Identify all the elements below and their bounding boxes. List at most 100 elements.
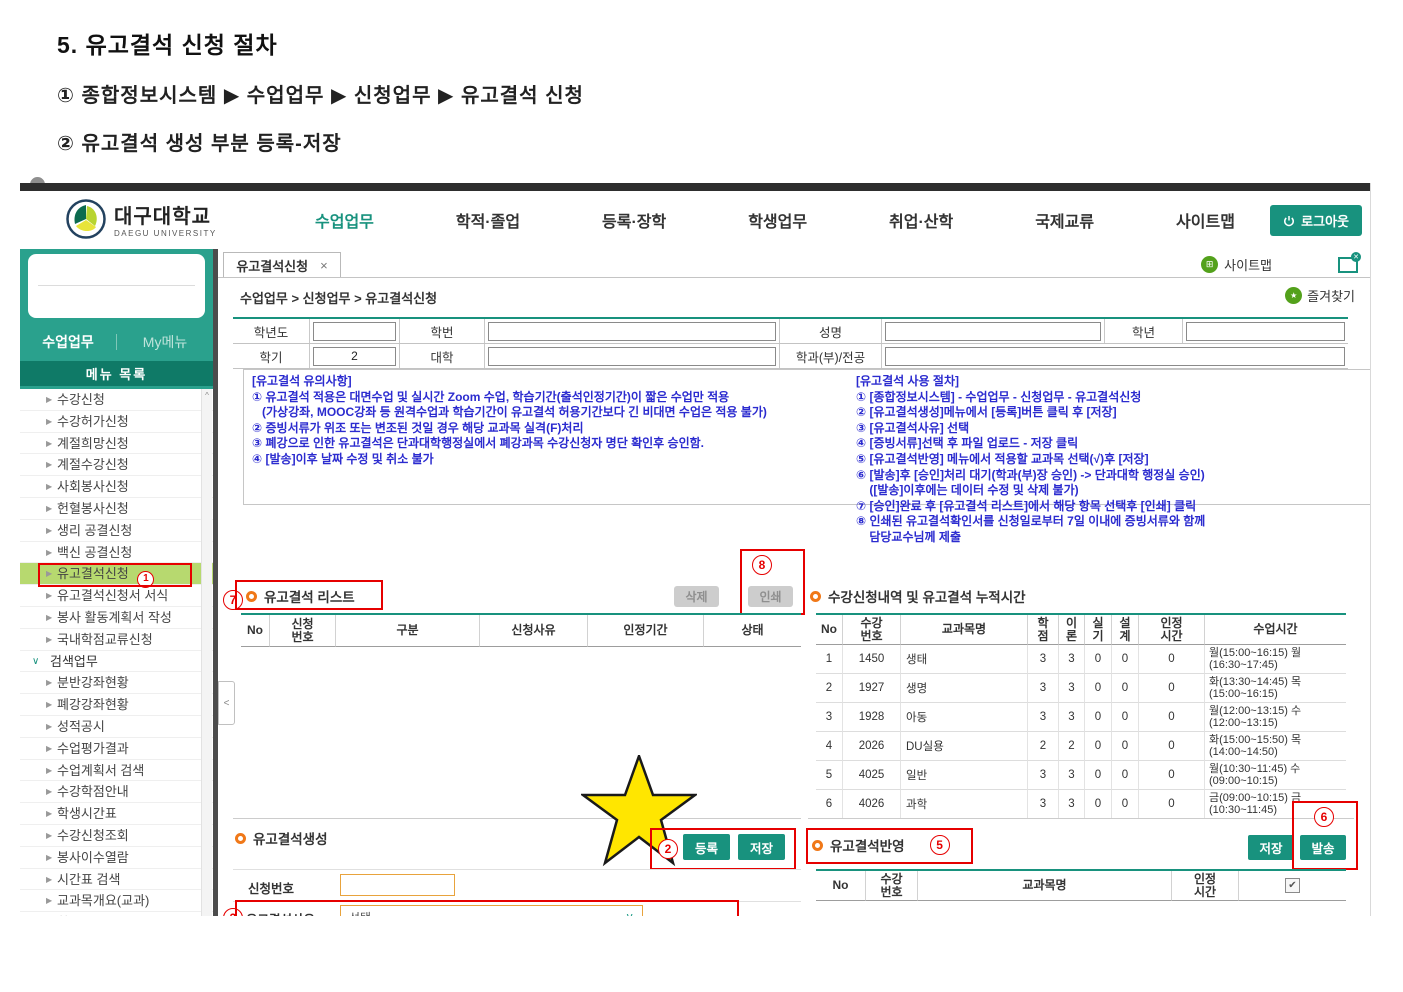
col-header: 구분 bbox=[336, 615, 480, 647]
sidebar-item[interactable]: ▶수강학점안내 bbox=[20, 781, 213, 803]
scroll-up-icon[interactable]: ^ bbox=[202, 391, 212, 400]
sidebar-item[interactable]: ▶수업평가결과 bbox=[20, 738, 213, 760]
save-button-apply[interactable]: 저장 bbox=[1248, 835, 1294, 860]
sidebar-item-absence-apply[interactable]: ▶유고결석신청 1 bbox=[20, 563, 213, 585]
star-icon: ★ bbox=[1285, 287, 1302, 304]
print-button[interactable]: 인쇄 bbox=[748, 586, 793, 607]
annotation-step-7: 7 bbox=[223, 590, 243, 610]
notice-line: ② 증빙서류가 위조 또는 변조된 것일 경우 해당 교과목 실격(F)처리 bbox=[252, 421, 852, 437]
col-header: 인정기간 bbox=[588, 615, 704, 647]
enrollment-table: No 수강 번호 교과목명 학 점 이 론 실 기 설 계 인정 시간 수업시간… bbox=[816, 613, 1346, 819]
sidebar-item[interactable]: ▶계절희망신청 bbox=[20, 433, 213, 455]
sidebar-item[interactable]: ▶봉사이수열람 bbox=[20, 847, 213, 869]
select-value: 선택 bbox=[349, 909, 371, 917]
sidebar-item[interactable]: ▶시간표 검색 bbox=[20, 869, 213, 891]
sidebar-tab-classwork[interactable]: 수업업무 bbox=[20, 332, 116, 352]
sidebar-item[interactable]: ▶학생시간표 bbox=[20, 803, 213, 825]
logout-label: 로그아웃 bbox=[1301, 211, 1349, 230]
college-input[interactable] bbox=[488, 347, 776, 366]
sidebar-item[interactable]: ▶사회봉사신청 bbox=[20, 476, 213, 498]
college-label: 대학 bbox=[400, 344, 485, 368]
triangle-icon: ▶ bbox=[46, 716, 52, 738]
col-header: 교과목명 bbox=[918, 871, 1172, 901]
grade-input[interactable] bbox=[1186, 322, 1345, 341]
sidebar-item[interactable]: ▶봉사 활동계획서 작성 bbox=[20, 607, 213, 629]
sidebar-item[interactable]: ▶유고결석신청서 서식 bbox=[20, 585, 213, 607]
notice-line: ⑧ 인쇄된 유고결석확인서를 신청일로부터 7일 이내에 증빙서류와 함께 bbox=[856, 514, 1371, 530]
notice-line: (가상강좌, MOOC강좌 등 원격수업과 학습기간이 유고결석 허용기간보다 … bbox=[252, 405, 852, 421]
university-name-en: DAEGU UNIVERSITY bbox=[114, 229, 217, 238]
notice-line: ① [종합정보시스템] - 수업업무 - 신청업무 - 유고결석신청 bbox=[856, 390, 1371, 406]
breadcrumb: 수업업무 > 신청업무 > 유고결석신청 bbox=[240, 288, 437, 307]
triangle-icon: ▶ bbox=[46, 847, 52, 869]
sidebar-item[interactable]: ▶수강허가신청 bbox=[20, 411, 213, 433]
application-no-input[interactable] bbox=[340, 874, 455, 896]
year-input[interactable] bbox=[313, 322, 396, 341]
absence-reason-select[interactable]: 선택 ∨ bbox=[340, 905, 643, 916]
sidebar-item[interactable]: ▶교과목개요(교과) bbox=[20, 890, 213, 912]
triangle-icon: ▶ bbox=[46, 433, 52, 455]
save-button-create[interactable]: 저장 bbox=[738, 834, 785, 860]
sidebar-item[interactable]: ▶수업계획서 검색 bbox=[20, 760, 213, 782]
delete-button[interactable]: 삭제 bbox=[674, 586, 719, 607]
select-all-checkbox[interactable]: ✔ bbox=[1285, 878, 1300, 893]
sidebar-item[interactable]: ▶폐강강좌현황 bbox=[20, 694, 213, 716]
tab-close-icon[interactable]: × bbox=[320, 258, 328, 273]
sidebar-item[interactable]: ▶학업성적조회 bbox=[20, 912, 213, 916]
major-input[interactable] bbox=[885, 347, 1345, 366]
sidebar-tab-mymenu[interactable]: My메뉴 bbox=[117, 332, 213, 352]
col-header: 인정 시간 bbox=[1172, 871, 1239, 901]
bullet-icon bbox=[810, 591, 821, 602]
nav-career[interactable]: 취업·산학 bbox=[889, 208, 953, 232]
send-button[interactable]: 발송 bbox=[1300, 835, 1346, 860]
nav-records[interactable]: 학적·졸업 bbox=[456, 208, 520, 232]
name-input[interactable] bbox=[885, 322, 1101, 341]
chevron-down-icon: ∨ bbox=[32, 651, 39, 673]
tab-absence-apply[interactable]: 유고결석신청 × bbox=[223, 252, 341, 278]
notice-line: ③ 폐강으로 인한 유고결석은 단과대학행정실에서 폐강과목 수강신청자 명단 … bbox=[252, 436, 852, 452]
sidebar-item[interactable]: ▶분반강좌현황 bbox=[20, 672, 213, 694]
sidebar-collapse-handle[interactable]: < bbox=[218, 681, 235, 725]
sitemap-link[interactable]: ⊞ 사이트맵 bbox=[1201, 255, 1272, 274]
highlight-star bbox=[581, 755, 697, 867]
triangle-icon: ▶ bbox=[46, 607, 52, 629]
sidebar-item[interactable]: ▶헌혈봉사신청 bbox=[20, 498, 213, 520]
divider bbox=[233, 818, 801, 819]
col-header: 이 론 bbox=[1059, 615, 1085, 645]
register-button[interactable]: 등록 bbox=[683, 834, 730, 860]
sidebar-item[interactable]: ▶생리 공결신청 bbox=[20, 520, 213, 542]
sidebar-item[interactable]: ▶계절수강신청 bbox=[20, 454, 213, 476]
nav-student-affairs[interactable]: 학생업무 bbox=[748, 208, 807, 232]
sidebar-item[interactable]: ▶수강신청 bbox=[20, 389, 213, 411]
nav-registration[interactable]: 등록·장학 bbox=[602, 208, 666, 232]
sidebar-item[interactable]: ▶백신 공결신청 bbox=[20, 542, 213, 564]
triangle-icon: ▶ bbox=[46, 542, 52, 564]
sidebar-item[interactable]: ▶성적공시 bbox=[20, 716, 213, 738]
logout-button[interactable]: 로그아웃 bbox=[1270, 205, 1362, 236]
app-header: 대구대학교 DAEGU UNIVERSITY 수업업무 학적·졸업 등록·장학 … bbox=[20, 191, 1370, 251]
main-content: < 유고결석신청 × ⊞ 사이트맵 수업업무 > 신청업무 > 유고결석신청 ★… bbox=[218, 249, 1370, 916]
user-info-box bbox=[28, 254, 205, 318]
student-no-input[interactable] bbox=[488, 322, 776, 341]
sidebar-item[interactable]: ▶국내학점교류신청 bbox=[20, 629, 213, 651]
sidebar-group-search[interactable]: ∨검색업무 bbox=[20, 651, 213, 673]
col-header: 신청 번호 bbox=[270, 615, 336, 647]
triangle-icon: ▶ bbox=[46, 629, 52, 651]
nav-international[interactable]: 국제교류 bbox=[1035, 208, 1094, 232]
popup-window-icon[interactable] bbox=[1338, 257, 1358, 273]
intro-text: 5. 유고결석 신청 절차 ① 종합정보시스템 ▶ 수업업무 ▶ 신청업무 ▶ … bbox=[57, 26, 584, 156]
col-header: 상태 bbox=[704, 615, 801, 647]
nav-sitemap[interactable]: 사이트맵 bbox=[1176, 208, 1235, 232]
col-header: 수강 번호 bbox=[843, 615, 901, 645]
semester-input[interactable]: 2 bbox=[313, 347, 396, 366]
bullet-icon bbox=[246, 591, 257, 602]
favorites-link[interactable]: ★ 즐겨찾기 bbox=[1285, 286, 1355, 305]
sidebar-scrollbar[interactable]: ^ bbox=[201, 389, 212, 916]
annotation-box-1 bbox=[38, 563, 192, 587]
intro-step-1: ① 종합정보시스템 ▶ 수업업무 ▶ 신청업무 ▶ 유고결석 신청 bbox=[57, 79, 584, 108]
col-header: 인정 시간 bbox=[1139, 615, 1205, 645]
divider bbox=[38, 285, 195, 286]
nav-classwork[interactable]: 수업업무 bbox=[315, 208, 374, 232]
notice-line: ① 유고결석 적용은 대면수업 및 실시간 Zoom 수업, 학습기간(출석인정… bbox=[252, 390, 852, 406]
sidebar-item[interactable]: ▶수강신청조회 bbox=[20, 825, 213, 847]
